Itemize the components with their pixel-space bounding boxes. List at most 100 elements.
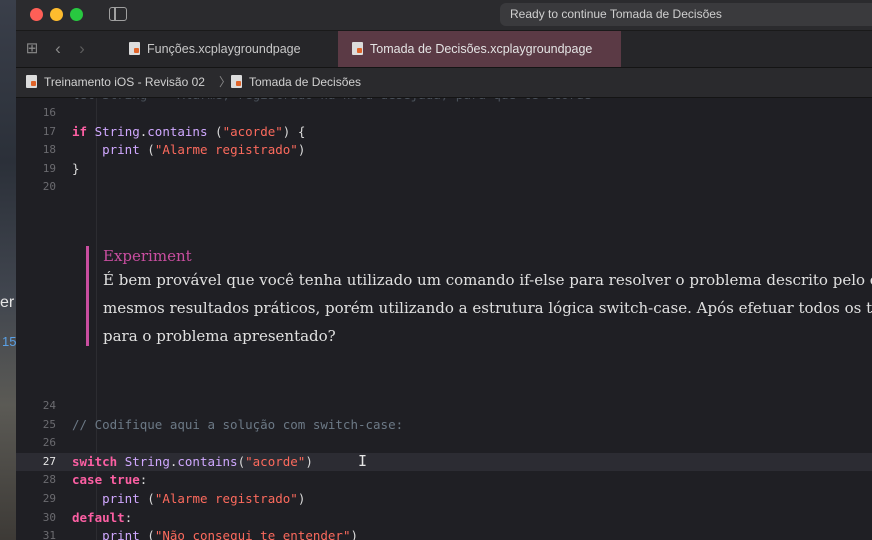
code-text: switch String.contains("acorde") [72,453,313,472]
breadcrumb-project[interactable]: Treinamento iOS - Revisão 02 [26,68,205,97]
code-text: // Codifique aqui a solução com switch-c… [72,416,403,435]
code-line[interactable]: 26 [16,434,872,453]
code-token: String [94,123,140,139]
code-line[interactable]: 28 case true: [16,471,872,490]
source-editor[interactable]: let String = "Alarme, registrado na hora… [16,98,872,540]
playground-file-icon [26,75,37,88]
code-token: ) [350,528,359,540]
playground-file-icon [231,75,242,88]
code-line[interactable]: 24 [16,397,872,416]
code-token: ) [297,491,306,506]
code-line[interactable]: 27 switch String.contains("acorde") [16,452,872,472]
code-line[interactable]: 31 print ("Não consegui te entender") [16,527,872,540]
breadcrumb-page-label: Tomada de Decisões [249,75,362,89]
code-line[interactable]: 17 if String.contains ("acorde") { [16,123,872,142]
code-token: contains [177,453,238,469]
experiment-text-line: para o problema apresentado? [103,327,336,345]
code-token: : [124,509,133,525]
code-token: print [102,528,140,540]
tab-label: Tomada de Decisões.xcplaygroundpage [370,42,593,56]
code-token: ( [139,528,155,540]
close-window-button[interactable] [30,8,43,21]
background-window-strip: er 15 [0,0,16,540]
text-cursor-icon: I [358,452,368,470]
code-token: "acorde" [222,123,283,139]
experiment-text-line: É bem provável que você tenha utilizado … [103,271,872,289]
code-token: "Alarme registrado" [154,491,298,506]
tab-bar: ⊞ ‹ › Funções.xcplaygroundpage Tomada de… [16,31,872,68]
breadcrumb-project-label: Treinamento iOS - Revisão 02 [44,75,205,89]
code-token: } [72,160,80,176]
code-line[interactable]: 16 [16,104,872,123]
line-number: 18 [42,143,56,157]
sidebar-toggle-icon[interactable] [109,7,127,21]
code-text: } [72,160,80,179]
minimize-window-button[interactable] [50,8,63,21]
back-chevron-icon[interactable]: ‹ [50,31,66,67]
code-token: "acorde" [245,453,306,469]
playground-file-icon [352,42,363,55]
code-token: print [102,142,140,158]
grid-icon[interactable]: ⊞ [22,31,42,67]
code-token: "Alarme registrado" [154,142,298,158]
line-number: 25 [42,417,56,431]
code-line[interactable]: 30 default: [16,509,872,528]
code-line[interactable]: 29 print ("Alarme registrado") [16,490,872,509]
line-number: 27 [42,454,56,468]
code-token: if [72,123,88,139]
code-line[interactable]: 18 print ("Alarme registrado") [16,141,872,160]
code-token: ( [237,453,246,469]
code-token: print [102,491,140,506]
tab-tomada-de-decisoes[interactable]: Tomada de Decisões.xcplaygroundpage [338,31,621,67]
code-text: if String.contains ("acorde") { [72,123,305,142]
code-token: default [72,509,125,525]
code-token: : [139,472,148,488]
code-token: case [72,472,103,488]
jump-bar-breadcrumb: Treinamento iOS - Revisão 02 〉 Tomada de… [16,68,872,98]
code-token: ) { [282,123,306,139]
line-number: 24 [42,399,56,412]
forward-chevron-icon[interactable]: › [74,31,90,67]
background-text-fragment: er [0,294,15,311]
code-token: ( [139,142,155,158]
code-line[interactable]: 20 [16,178,872,197]
line-number: 26 [42,436,56,450]
playground-file-icon [129,42,140,55]
code-token: ( [139,491,155,506]
breadcrumb-separator-icon: 〉 [219,75,232,89]
code-text: case true: [72,471,147,490]
code-token: ( [207,123,223,139]
tab-funcoes[interactable]: Funções.xcplaygroundpage [119,31,337,67]
line-number: 30 [42,510,56,524]
code-line[interactable]: 19} [16,160,872,179]
code-token: true [109,472,140,488]
code-text: default: [72,509,132,528]
experiment-text-line: mesmos resultados práticos, porém utiliz… [103,299,872,317]
background-number-fragment: 15 [2,334,16,349]
line-number: 19 [42,161,56,175]
code-token: // Codifique aqui a solução com switch-c… [72,416,404,432]
experiment-title: Experiment [103,247,192,265]
line-number: 31 [42,529,56,540]
code-text: print ("Não consegui te entender") [72,527,358,540]
line-number: 28 [42,473,56,487]
line-number: 20 [42,180,56,194]
code-token: switch [72,453,118,469]
line-number: 17 [42,124,56,138]
code-token: contains [147,123,208,139]
tab-label: Funções.xcplaygroundpage [147,42,301,56]
code-token: ) [305,453,313,469]
xcode-window: Ready to continue Tomada de Decisões ⊞ ‹… [16,0,872,540]
code-line[interactable]: 25 // Codifique aqui a solução com switch… [16,416,872,435]
code-token: String [124,453,170,469]
zoom-window-button[interactable] [70,8,83,21]
breadcrumb-page[interactable]: Tomada de Decisões [231,68,361,97]
experiment-callout: Experiment É bem provável que você tenha… [86,246,872,346]
code-token: "Não consegui te entender" [154,528,351,540]
